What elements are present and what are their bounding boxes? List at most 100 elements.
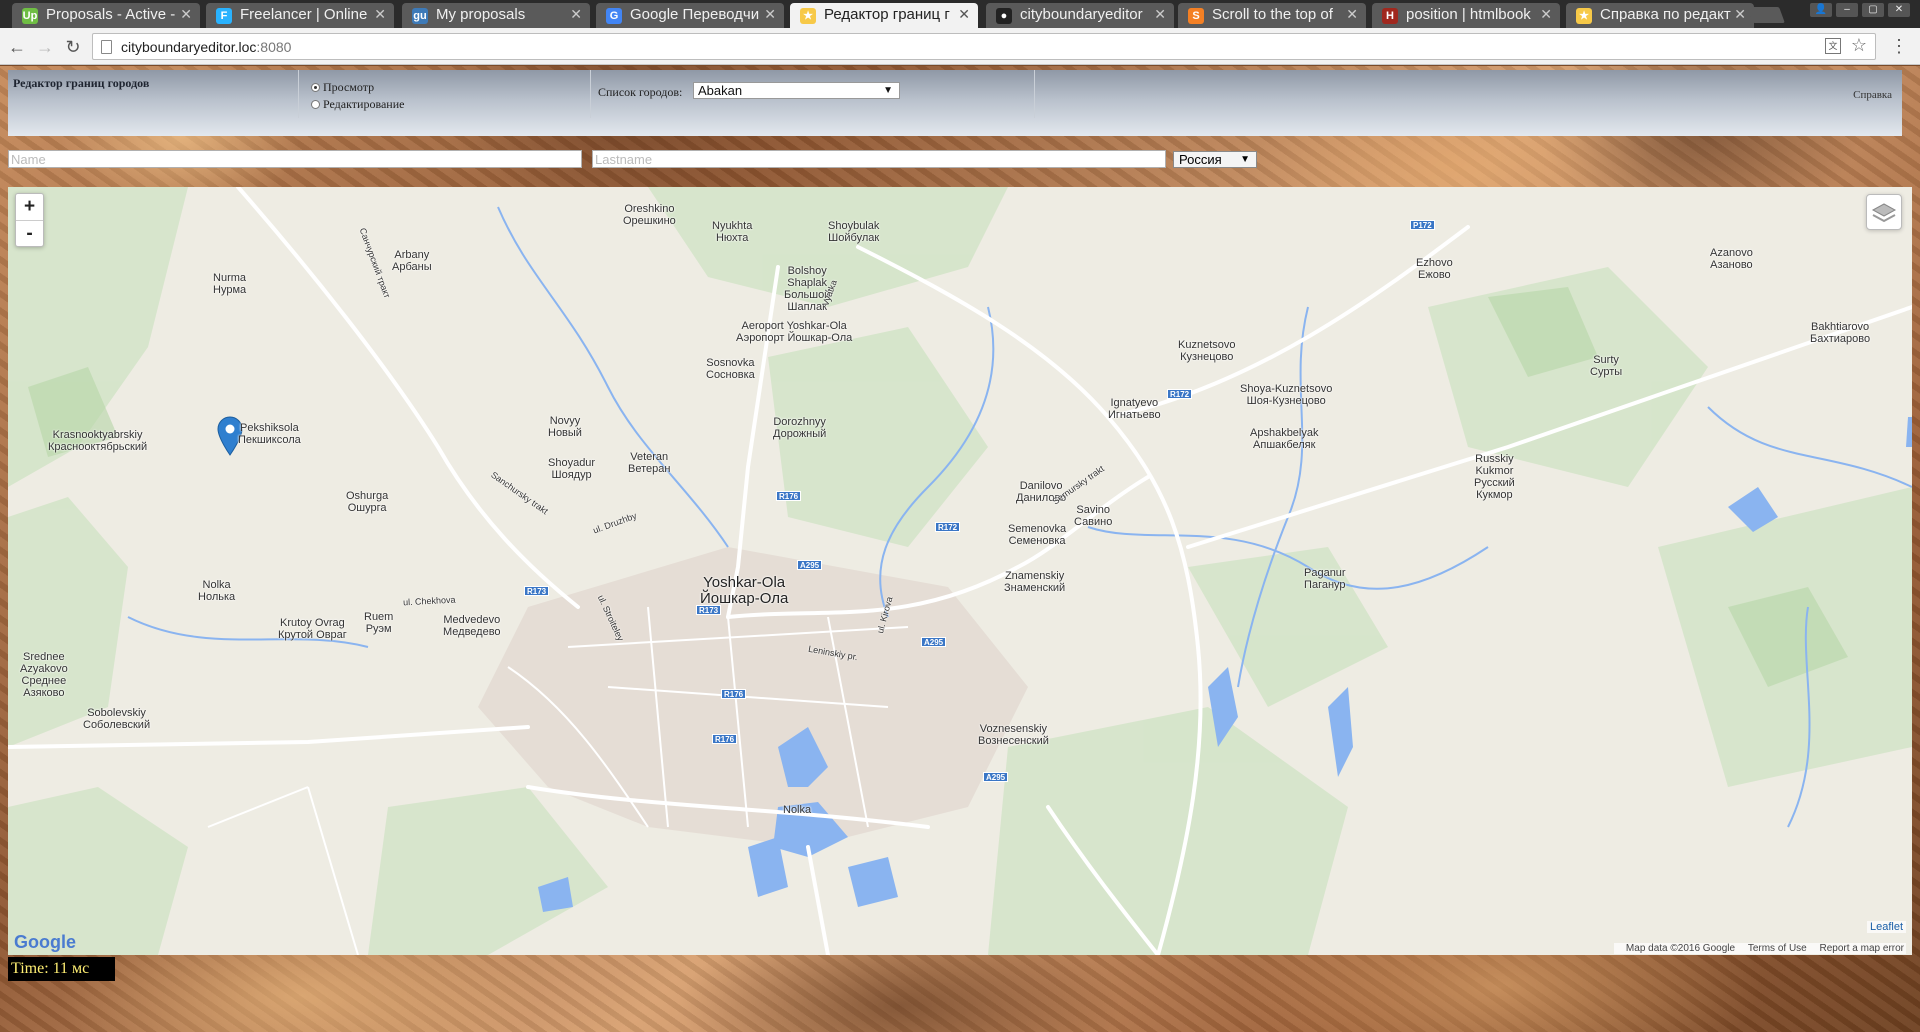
app-title: Редактор границ городов xyxy=(13,76,150,90)
browser-tabstrip: Up Proposals - Active - ✕ F Freelancer | Onl… xyxy=(0,0,1920,28)
leaflet-link[interactable]: Leaflet xyxy=(1866,921,1906,933)
browser-tab[interactable]: ★ Справка по редакт ✕ xyxy=(1566,3,1754,28)
dropdown-arrow-icon: ▼ xyxy=(883,85,893,96)
maximize-icon[interactable]: ▢ xyxy=(1862,3,1884,17)
map-place-label: Oreshkino Орешкино xyxy=(623,203,676,227)
close-tab-icon[interactable]: ✕ xyxy=(1734,6,1746,23)
browser-tab[interactable]: ● cityboundaryeditor ✕ xyxy=(986,3,1174,28)
browser-tab[interactable]: ★ Редактор границ г ✕ xyxy=(790,3,978,28)
road-shield: R172 xyxy=(1167,389,1193,399)
back-icon[interactable]: ← xyxy=(6,36,28,58)
map-place-label: Ruem Руэм xyxy=(364,611,394,635)
map-tiles[interactable] xyxy=(8,187,1912,955)
close-tab-icon[interactable]: ✕ xyxy=(764,6,776,23)
road-shield: A295 xyxy=(983,772,1009,782)
name-input[interactable] xyxy=(8,150,582,168)
country-select-value: Россия xyxy=(1179,152,1222,167)
mode-view-label: Просмотр xyxy=(323,80,375,94)
map-place-label: Krutoy Ovrag Крутой Овраг xyxy=(278,617,347,641)
map-place-label: Voznesenskiy Вознесенский xyxy=(978,723,1049,747)
google-translate-icon: G xyxy=(606,8,622,24)
map-place-label: Yoshkar-Ola Йошкар-Ола xyxy=(700,574,789,607)
map-place-label: Ignatyevo Игнатьево xyxy=(1108,397,1161,421)
page-icon xyxy=(101,40,112,54)
map-place-label: Paganur Паганур xyxy=(1304,567,1346,591)
timer-display: Time: 11 мс xyxy=(8,957,115,981)
app-header: Редактор границ городов Просмотр Редакти… xyxy=(8,70,1902,136)
profile-icon[interactable]: 👤 xyxy=(1810,3,1832,17)
url-text: cityboundaryeditor.loc:8080 xyxy=(121,39,292,55)
tab-title: cityboundaryeditor xyxy=(1020,6,1143,23)
bookmark-star-icon[interactable]: ☆ xyxy=(1851,35,1867,56)
map-place-label: Shoyadur Шоядур xyxy=(548,457,596,481)
country-select[interactable]: Россия ▼ xyxy=(1173,151,1257,168)
browser-tab[interactable]: Up Proposals - Active - ✕ xyxy=(12,3,200,28)
radio-edit[interactable] xyxy=(311,100,320,109)
close-tab-icon[interactable]: ✕ xyxy=(374,6,386,23)
tab-title: My proposals xyxy=(436,6,526,23)
close-tab-icon[interactable]: ✕ xyxy=(958,6,970,23)
translate-icon[interactable]: 文 xyxy=(1825,38,1841,54)
browser-tab[interactable]: Hposition | htmlbook ✕ xyxy=(1372,3,1560,28)
zoom-in-button[interactable]: + xyxy=(16,194,43,220)
guru-icon: gu xyxy=(412,8,428,24)
road-shield: R173 xyxy=(696,605,722,615)
browser-tab[interactable]: G Google Переводчи ✕ xyxy=(596,3,784,28)
road-shield: A295 xyxy=(797,560,823,570)
map-place-label: Shoya-Kuznetsovo Шоя-Кузнецово xyxy=(1240,383,1333,407)
address-bar[interactable]: cityboundaryeditor.loc:8080 文 ☆ xyxy=(92,33,1876,60)
tab-title: position | htmlbook xyxy=(1406,6,1531,23)
close-tab-icon[interactable]: ✕ xyxy=(1540,6,1552,23)
map-attribution: Map data ©2016 Google Terms of Use Repor… xyxy=(1613,943,1906,954)
city-select[interactable]: Abakan ▼ xyxy=(693,82,900,99)
dropdown-arrow-icon: ▼ xyxy=(1240,154,1250,165)
map-place-label: Ezhovo Ежово xyxy=(1416,257,1453,281)
mode-view-option[interactable]: Просмотр xyxy=(311,80,374,95)
divider xyxy=(1034,70,1035,118)
layers-icon xyxy=(1871,203,1897,223)
map-place-label: Aeroport Yoshkar-Ola Аэропорт Йошкар-Ола xyxy=(736,320,853,344)
map-place-label: Semenovka Семеновка xyxy=(1008,523,1067,547)
road-shield: A295 xyxy=(921,637,947,647)
map-place-label: Znamenskiy Знаменский xyxy=(1004,570,1066,594)
tab-title: Freelancer | Online xyxy=(240,6,368,23)
browser-menu-icon[interactable]: ⋮ xyxy=(1890,36,1908,57)
browser-tab[interactable]: gu My proposals ✕ xyxy=(402,3,590,28)
radio-view[interactable] xyxy=(311,83,320,92)
freelancer-icon: F xyxy=(216,8,232,24)
forward-icon[interactable]: → xyxy=(34,36,56,58)
map-place-label: Nolka Нолька xyxy=(198,579,236,603)
layers-button[interactable] xyxy=(1866,194,1902,230)
upwork-icon: Up xyxy=(22,8,38,24)
htmlbook-icon: H xyxy=(1382,8,1398,24)
reload-icon[interactable]: ↻ xyxy=(62,36,84,58)
new-tab-button[interactable] xyxy=(1747,7,1785,23)
map-place-label: Kuznetsovo Кузнецово xyxy=(1178,339,1236,363)
mode-edit-option[interactable]: Редактирование xyxy=(311,97,404,112)
city-select-value: Abakan xyxy=(698,83,743,98)
tab-title: Справка по редакт xyxy=(1600,6,1731,23)
report-map-error-link[interactable]: Report a map error xyxy=(1820,943,1904,954)
page-star-icon: ★ xyxy=(800,8,816,24)
map[interactable]: + - Oreshkino Орешкино Nyukhta Нюхта Shoyb… xyxy=(8,187,1912,955)
map-place-label: Sobolevskiy Соболевский xyxy=(83,707,151,731)
close-tab-icon[interactable]: ✕ xyxy=(1346,6,1358,23)
browser-toolbar: ← → ↻ cityboundaryeditor.loc:8080 文 ☆ ⋮ xyxy=(0,28,1920,65)
close-tab-icon[interactable]: ✕ xyxy=(180,6,192,23)
close-tab-icon[interactable]: ✕ xyxy=(570,6,582,23)
page-content: Редактор границ городов Просмотр Редакти… xyxy=(0,66,1920,1032)
map-place-label: Dorozhnyy Дорожный xyxy=(773,416,827,440)
close-window-icon[interactable]: ✕ xyxy=(1888,3,1910,17)
close-tab-icon[interactable]: ✕ xyxy=(1154,6,1166,23)
zoom-out-button[interactable]: - xyxy=(16,220,43,246)
github-icon: ● xyxy=(996,8,1012,24)
minimize-icon[interactable]: – xyxy=(1836,3,1858,17)
browser-tab[interactable]: F Freelancer | Online ✕ xyxy=(206,3,394,28)
road-shield: P172 xyxy=(1410,220,1435,230)
map-place-label: Medvedevo Медведево xyxy=(443,614,501,638)
browser-tab[interactable]: S Scroll to the top of ✕ xyxy=(1178,3,1366,28)
lastname-input[interactable] xyxy=(592,150,1166,168)
help-link[interactable]: Справка xyxy=(1853,89,1892,101)
terms-of-use-link[interactable]: Terms of Use xyxy=(1748,943,1807,954)
map-place-label: Oshurga Ошурга xyxy=(346,490,389,514)
